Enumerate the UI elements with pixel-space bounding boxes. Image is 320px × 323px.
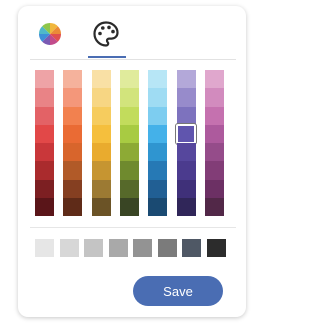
color-swatch[interactable] — [119, 143, 139, 162]
color-swatch[interactable] — [91, 179, 111, 198]
save-button[interactable]: Save — [133, 276, 223, 306]
gray-swatch[interactable] — [84, 239, 103, 257]
color-swatch[interactable] — [204, 179, 224, 198]
color-swatch-selected[interactable] — [175, 122, 197, 145]
gray-swatch[interactable] — [133, 239, 152, 257]
gray-swatch[interactable] — [157, 239, 177, 257]
palette-icon — [93, 21, 119, 47]
color-swatch[interactable] — [148, 161, 168, 180]
color-swatch[interactable] — [204, 88, 224, 107]
color-swatch[interactable] — [63, 179, 83, 198]
color-swatch-grid — [35, 70, 235, 216]
color-swatch[interactable] — [63, 88, 83, 107]
color-swatch[interactable] — [63, 70, 83, 89]
color-wheel-icon — [38, 22, 62, 46]
swatch-column — [175, 70, 197, 216]
color-swatch[interactable] — [204, 143, 224, 162]
color-swatch[interactable] — [119, 179, 139, 198]
swatch-column — [204, 70, 224, 216]
color-swatch[interactable] — [119, 124, 139, 143]
color-swatch[interactable] — [91, 70, 111, 89]
tab-palette[interactable] — [88, 16, 124, 52]
color-swatch[interactable] — [119, 197, 139, 216]
color-swatch[interactable] — [35, 106, 54, 125]
color-swatch[interactable] — [91, 106, 111, 125]
gray-swatch[interactable] — [59, 239, 79, 257]
color-swatch[interactable] — [204, 124, 224, 143]
color-swatch[interactable] — [148, 106, 168, 125]
color-swatch[interactable] — [35, 88, 54, 107]
color-swatch[interactable] — [63, 106, 83, 125]
swatch-column — [35, 70, 54, 216]
color-swatch[interactable] — [148, 124, 168, 143]
color-swatch[interactable] — [148, 179, 168, 198]
color-swatch[interactable] — [119, 161, 139, 180]
color-swatch[interactable] — [63, 143, 83, 162]
color-swatch[interactable] — [176, 197, 196, 216]
swatch-column — [63, 70, 83, 216]
color-picker-panel: Save — [18, 6, 246, 317]
color-swatch[interactable] — [35, 143, 54, 162]
swatch-column — [148, 70, 168, 216]
color-swatch[interactable] — [35, 161, 54, 180]
color-swatch[interactable] — [91, 124, 111, 143]
color-swatch[interactable] — [204, 197, 224, 216]
color-swatch[interactable] — [148, 88, 168, 107]
color-swatch[interactable] — [35, 197, 54, 216]
color-swatch[interactable] — [119, 70, 139, 89]
color-swatch[interactable] — [148, 143, 168, 162]
divider — [30, 59, 236, 60]
color-swatch[interactable] — [204, 70, 224, 89]
grayscale-swatch-row — [35, 239, 235, 257]
divider — [30, 227, 236, 228]
color-swatch[interactable] — [176, 106, 196, 125]
color-swatch[interactable] — [63, 161, 83, 180]
color-swatch[interactable] — [176, 179, 196, 198]
color-swatch[interactable] — [119, 88, 139, 107]
gray-swatch[interactable] — [206, 239, 226, 257]
color-swatch[interactable] — [176, 143, 196, 162]
tab-bar — [18, 6, 246, 60]
color-swatch[interactable] — [91, 197, 111, 216]
gray-swatch[interactable] — [35, 239, 54, 257]
color-swatch[interactable] — [176, 88, 196, 107]
color-swatch[interactable] — [91, 161, 111, 180]
tab-color-wheel[interactable] — [32, 16, 68, 52]
color-swatch[interactable] — [35, 124, 54, 143]
color-swatch[interactable] — [91, 88, 111, 107]
color-swatch[interactable] — [119, 106, 139, 125]
color-swatch[interactable] — [204, 161, 224, 180]
gray-swatch[interactable] — [182, 239, 201, 257]
color-swatch[interactable] — [204, 106, 224, 125]
color-swatch[interactable] — [35, 179, 54, 198]
swatch-column — [91, 70, 111, 216]
color-swatch[interactable] — [91, 143, 111, 162]
color-swatch[interactable] — [148, 70, 168, 89]
color-swatch[interactable] — [176, 161, 196, 180]
color-swatch[interactable] — [148, 197, 168, 216]
color-swatch[interactable] — [63, 124, 83, 143]
gray-swatch[interactable] — [108, 239, 128, 257]
color-swatch[interactable] — [63, 197, 83, 216]
color-swatch[interactable] — [176, 70, 196, 89]
swatch-column — [119, 70, 139, 216]
active-tab-indicator — [88, 56, 126, 58]
color-swatch[interactable] — [35, 70, 54, 89]
